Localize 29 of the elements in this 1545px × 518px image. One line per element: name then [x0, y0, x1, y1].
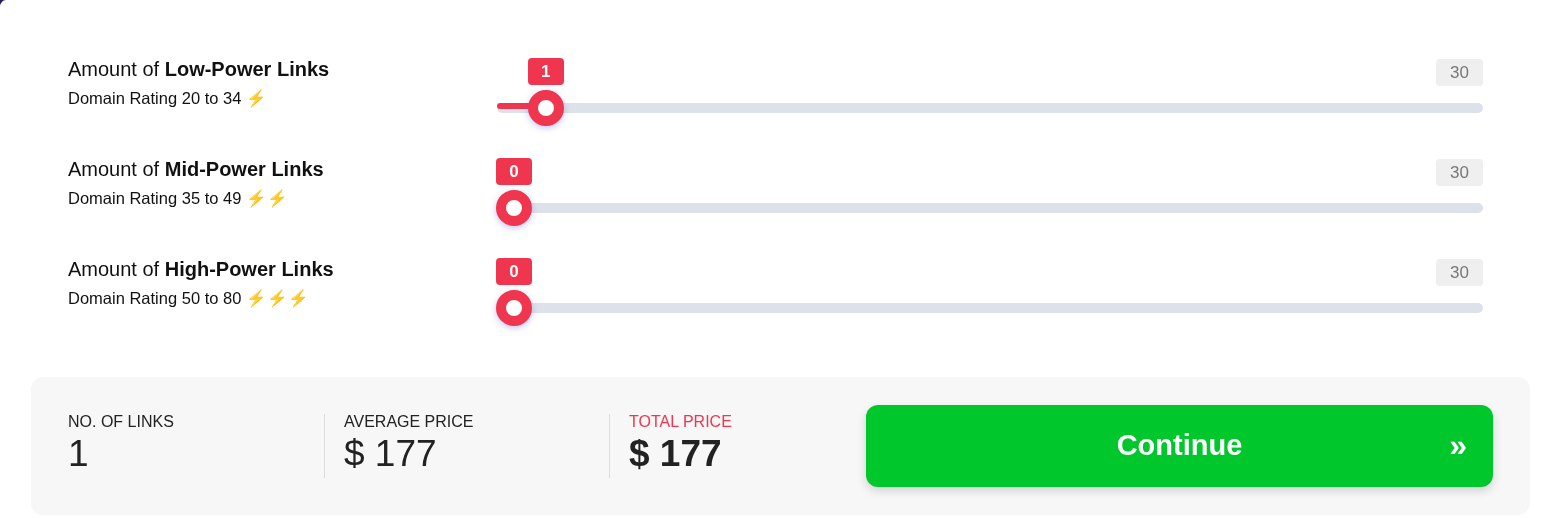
stat-value: $ 177	[629, 432, 723, 476]
bolt-icon: ⚡	[245, 89, 267, 107]
slider-subtitle: Domain Rating 35 to 49	[68, 189, 242, 207]
slider-handle[interactable]	[527, 90, 564, 126]
stat-label: AVERAGE PRICE	[344, 412, 475, 432]
continue-button[interactable]: Continue »	[866, 405, 1493, 487]
value-badge: 1	[527, 58, 564, 85]
bolt-icon: ⚡⚡⚡	[245, 289, 309, 307]
slider-subtitle: Domain Rating 20 to 34	[68, 89, 242, 107]
bolt-icon: ⚡⚡	[245, 189, 288, 207]
slider-track[interactable]	[497, 90, 1483, 126]
slider-title: Amount of Low-Power Links	[68, 57, 331, 81]
stat-value: $ 177	[344, 432, 438, 476]
max-value-label: 30	[1436, 159, 1483, 186]
slider-title: Amount of Mid-Power Links	[68, 157, 325, 181]
value-badge: 0	[496, 158, 532, 185]
slider-track[interactable]	[497, 190, 1483, 226]
max-value-label: 30	[1436, 259, 1483, 286]
slider-title: Amount of High-Power Links	[68, 257, 335, 281]
stat-label: TOTAL PRICE	[629, 412, 733, 432]
slider-handle[interactable]	[496, 290, 532, 326]
double-chevron-icon: »	[1449, 431, 1467, 459]
value-badge: 0	[496, 258, 532, 285]
max-value-label: 30	[1436, 59, 1483, 86]
slider-subtitle: Domain Rating 50 to 80	[68, 289, 242, 307]
slider-track[interactable]	[497, 290, 1483, 326]
stat-label: NO. OF LINKS	[68, 412, 175, 432]
stat-value: 1	[68, 432, 90, 476]
slider-handle[interactable]	[496, 190, 532, 226]
